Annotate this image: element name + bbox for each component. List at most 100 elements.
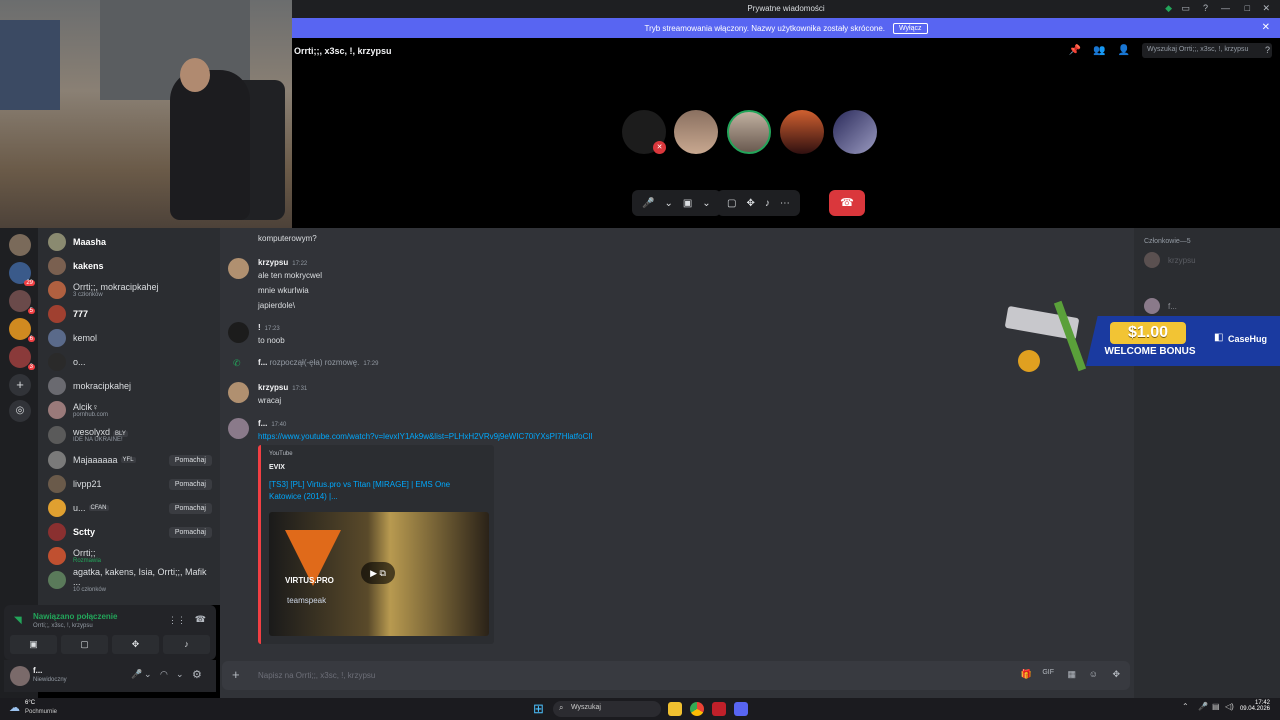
screen-share-button[interactable]: ▢ bbox=[61, 635, 108, 654]
apps-icon[interactable]: ✥ bbox=[1112, 669, 1120, 680]
dm-item[interactable]: Orrti;; Rozmawia bbox=[48, 545, 216, 567]
dm-item[interactable]: u... CFAN Pomachaj bbox=[48, 497, 216, 519]
settings-gear-icon[interactable]: ⚙ bbox=[192, 668, 202, 681]
members-icon[interactable]: 👤 bbox=[1118, 45, 1130, 56]
avatar[interactable] bbox=[228, 258, 249, 279]
message-input[interactable]: Napisz na Orrti;;, x3sc, !, krzypsu bbox=[258, 671, 375, 680]
wave-button[interactable]: Pomachaj bbox=[168, 526, 212, 538]
server-icon[interactable] bbox=[9, 234, 31, 256]
voice-channel[interactable]: Orrti;;, x3sc, !, krzypsu bbox=[33, 623, 93, 629]
server-icon[interactable]: 6 bbox=[9, 318, 35, 342]
dm-item[interactable]: livpp21 Pomachaj bbox=[48, 473, 216, 495]
participant-avatar[interactable] bbox=[833, 110, 877, 154]
server-icon[interactable]: 5 bbox=[9, 290, 35, 314]
soundboard-icon[interactable]: ♪ bbox=[765, 198, 770, 209]
dm-item[interactable]: kemol bbox=[48, 327, 216, 349]
hang-up-button[interactable]: ☎ bbox=[829, 190, 865, 216]
message-author[interactable]: krzypsu bbox=[258, 383, 288, 392]
weather-temp[interactable]: 6°C bbox=[25, 700, 35, 706]
start-icon[interactable]: ⊞ bbox=[533, 701, 544, 717]
dm-item[interactable]: 777 bbox=[48, 303, 216, 325]
participant-avatar-speaking[interactable] bbox=[727, 110, 771, 154]
dm-item[interactable]: Majaaaaaa YFL Pomachaj bbox=[48, 449, 216, 471]
video-thumbnail[interactable]: VIRTUS.PRO teamspeak ▶ ⧉ bbox=[269, 512, 489, 636]
server-icon[interactable]: 29 bbox=[9, 262, 35, 286]
gif-icon[interactable]: GIF bbox=[1042, 669, 1054, 676]
chevron-down-icon[interactable]: ⌄ bbox=[664, 198, 672, 209]
nitro-icon[interactable]: ◆ bbox=[1165, 3, 1172, 14]
inbox-icon[interactable]: ▭ bbox=[1181, 3, 1190, 14]
ad-bonus[interactable]: WELCOME BONUS bbox=[1090, 346, 1210, 357]
participant-avatar[interactable] bbox=[780, 110, 824, 154]
message-author[interactable]: krzypsu bbox=[258, 258, 288, 267]
disable-streamer-mode-button[interactable]: Wyłącz bbox=[893, 22, 928, 34]
activities-button[interactable]: ✥ bbox=[112, 635, 159, 654]
close-banner-icon[interactable]: ✕ bbox=[1262, 22, 1270, 33]
avatar[interactable] bbox=[10, 666, 30, 686]
gift-icon[interactable]: 🎁 bbox=[1021, 669, 1032, 680]
clock[interactable]: 17:42 09.04.2026 bbox=[1240, 700, 1270, 712]
soundboard-button[interactable]: ♪ bbox=[163, 635, 210, 654]
chrome-icon[interactable] bbox=[690, 702, 704, 716]
message-author[interactable]: f... bbox=[258, 419, 267, 428]
message-author[interactable]: f... bbox=[258, 358, 267, 367]
chevron-down-icon[interactable]: ⌄ bbox=[176, 669, 184, 680]
embed-title[interactable]: [TS3] [PL] Virtus.pro vs Titan [MIRAGE] … bbox=[269, 479, 479, 503]
dm-item[interactable]: Orrti;;, mokracipkahej 3 członków bbox=[48, 279, 216, 301]
ad-brand[interactable]: CaseHug bbox=[1228, 334, 1267, 344]
maximize-icon[interactable]: □ bbox=[1245, 3, 1250, 13]
sticker-icon[interactable]: ▦ bbox=[1067, 669, 1076, 680]
embed-author[interactable]: EVIX bbox=[269, 464, 285, 471]
discover-icon[interactable]: ◎ bbox=[9, 400, 31, 422]
search-input[interactable]: Wyszukaj Orrti;;, x3sc, !, krzypsu bbox=[1142, 43, 1272, 58]
disconnect-icon[interactable]: ☎ bbox=[195, 614, 206, 625]
participant-avatar[interactable] bbox=[674, 110, 718, 154]
emoji-icon[interactable]: ☺ bbox=[1089, 669, 1098, 679]
play-icon[interactable]: ▶ ⧉ bbox=[361, 562, 395, 584]
chevron-down-icon[interactable]: ⌄ bbox=[702, 198, 710, 209]
microphone-icon[interactable]: 🎤 bbox=[131, 669, 142, 680]
avatar[interactable] bbox=[228, 322, 249, 343]
pin-icon[interactable]: 📌 bbox=[1069, 45, 1081, 56]
dm-item[interactable]: Alcik♀ pornhub.com bbox=[48, 399, 216, 421]
tray-chevron-icon[interactable]: ⌃ bbox=[1182, 702, 1189, 711]
dm-item[interactable]: Sctty Pomachaj bbox=[48, 521, 216, 543]
microphone-icon[interactable]: 🎤 bbox=[642, 198, 654, 209]
wave-button[interactable]: Pomachaj bbox=[168, 502, 212, 514]
dm-item[interactable]: mokracipkahej bbox=[48, 375, 216, 397]
activities-icon[interactable]: ✥ bbox=[746, 198, 754, 209]
dm-item[interactable]: Maasha bbox=[48, 231, 216, 253]
minimize-icon[interactable]: — bbox=[1221, 3, 1230, 13]
member-name[interactable]: krzypsu bbox=[1168, 256, 1196, 265]
server-icon[interactable]: 3 bbox=[9, 346, 35, 370]
add-server-icon[interactable]: + bbox=[9, 374, 31, 396]
weather-desc[interactable]: Pochmurnie bbox=[25, 709, 57, 715]
network-icon[interactable]: ▤ bbox=[1212, 702, 1220, 711]
message-author[interactable]: ! bbox=[258, 323, 261, 332]
wave-button[interactable]: Pomachaj bbox=[168, 478, 212, 490]
chevron-down-icon[interactable]: ⌄ bbox=[144, 669, 152, 680]
message-link[interactable]: https://www.youtube.com/watch?v=levxIY1A… bbox=[258, 432, 592, 441]
camera-button[interactable]: ▣ bbox=[10, 635, 57, 654]
dm-item[interactable]: agatka, kakens, Isia, Orrti;;, Mafik ...… bbox=[48, 567, 216, 593]
taskbar-search[interactable]: ⌕ Wyszukaj bbox=[553, 701, 661, 717]
screen-share-icon[interactable]: ▢ bbox=[727, 198, 736, 209]
avatar[interactable] bbox=[1144, 252, 1160, 268]
dm-item[interactable]: wesolyxd BLY IDE NA UKRAINE! bbox=[48, 424, 216, 446]
dm-item[interactable]: o... bbox=[48, 351, 216, 373]
noise-suppression-icon[interactable]: ⋮⋮ bbox=[168, 615, 186, 626]
add-attachment-icon[interactable]: + bbox=[232, 667, 240, 682]
file-explorer-icon[interactable] bbox=[668, 702, 682, 716]
wave-button[interactable]: Pomachaj bbox=[168, 454, 212, 466]
microphone-tray-icon[interactable]: 🎤 bbox=[1198, 702, 1208, 711]
help-icon[interactable]: ? bbox=[1203, 3, 1208, 13]
avatar[interactable] bbox=[228, 418, 249, 439]
app-icon[interactable] bbox=[712, 702, 726, 716]
headphones-icon[interactable]: ◠ bbox=[160, 669, 168, 680]
add-member-icon[interactable]: 👥 bbox=[1093, 45, 1105, 56]
discord-icon[interactable] bbox=[734, 702, 748, 716]
help-circle-icon[interactable]: ? bbox=[1265, 45, 1270, 55]
close-window-icon[interactable]: ✕ bbox=[1262, 3, 1270, 14]
avatar[interactable] bbox=[228, 382, 249, 403]
ad-price[interactable]: $1.00 bbox=[1110, 322, 1186, 344]
